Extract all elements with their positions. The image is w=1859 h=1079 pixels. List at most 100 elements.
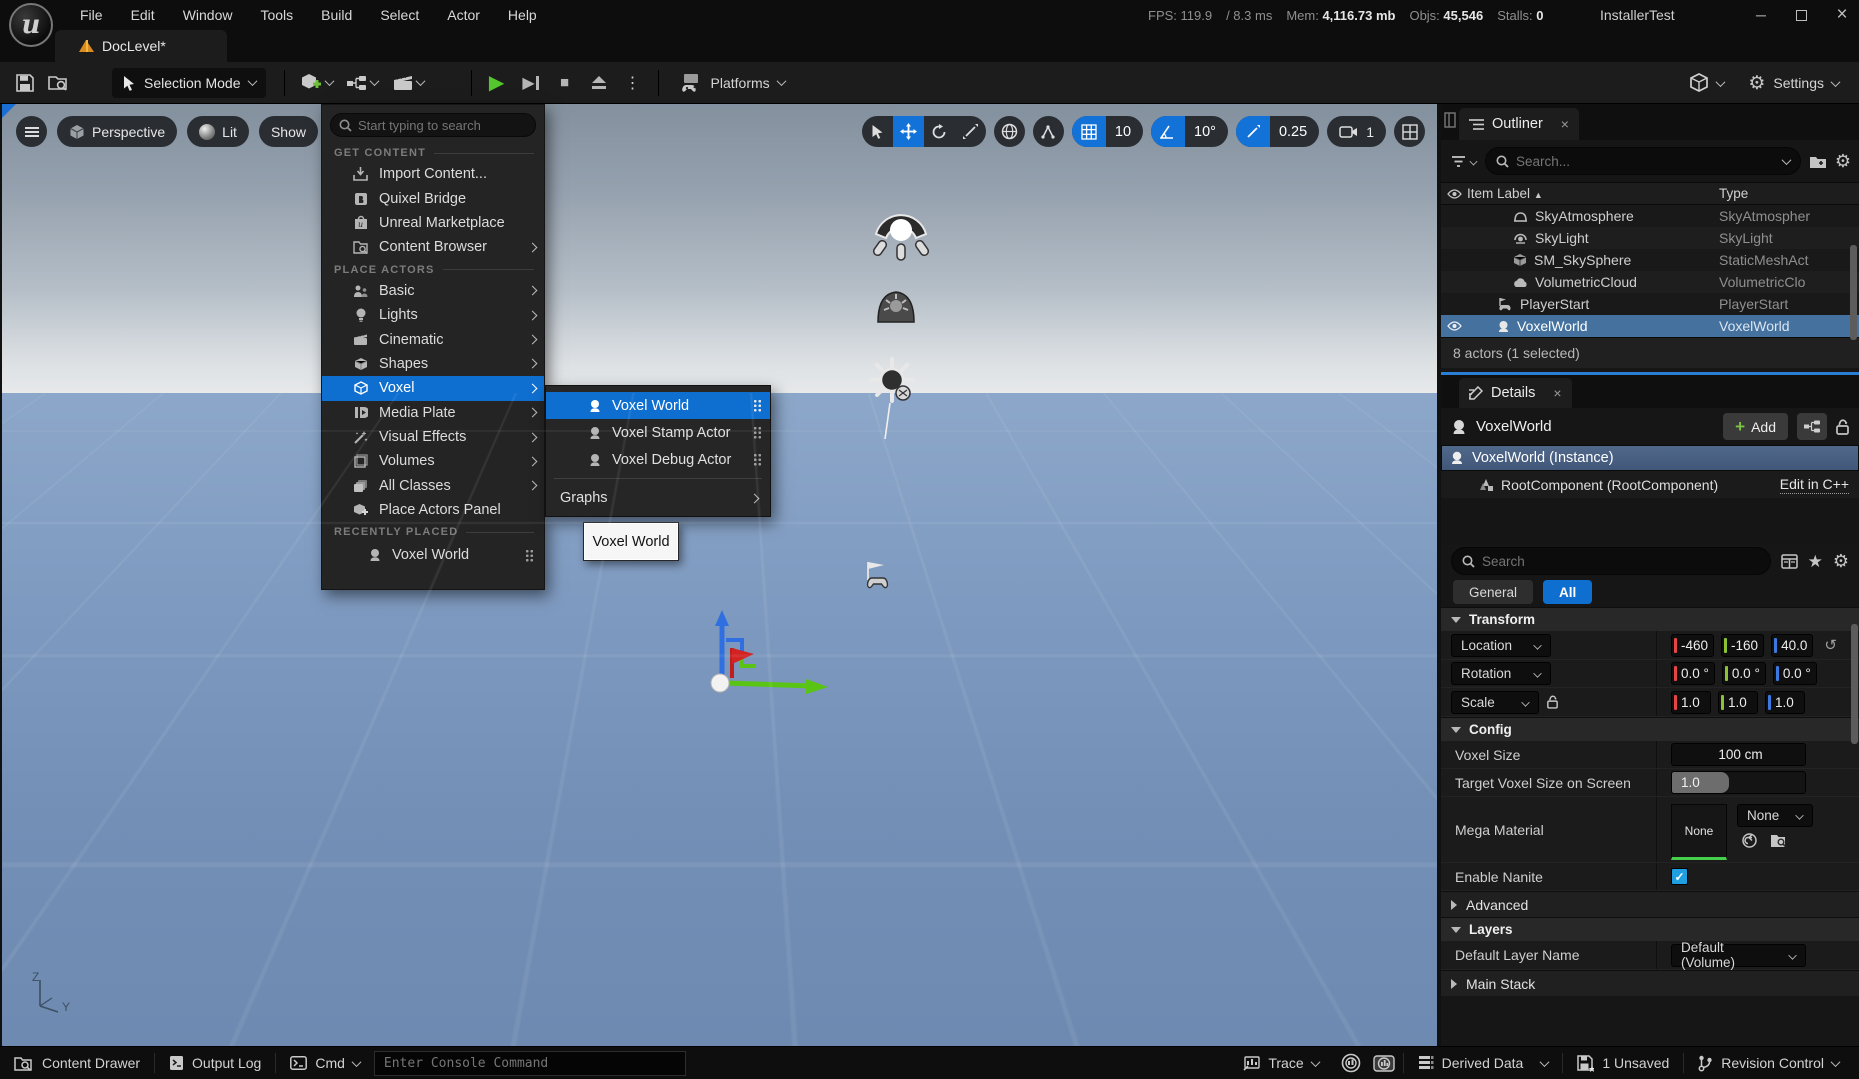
menu-select[interactable]: Select (366, 0, 433, 30)
derived-data-dropdown[interactable]: Derived Data (1404, 1047, 1563, 1079)
submenu-item-graphs[interactable]: Graphs (546, 484, 770, 512)
maximize-icon[interactable] (1796, 10, 1807, 21)
browse-to-asset-icon[interactable] (1770, 833, 1788, 848)
sky-atmosphere-sprite-icon[interactable] (874, 282, 918, 326)
drag-handle-icon[interactable] (753, 399, 762, 412)
drag-handle-icon[interactable] (525, 549, 534, 562)
drag-handle-icon[interactable] (753, 453, 762, 466)
rotate-tool-icon[interactable] (924, 116, 955, 147)
skylight-sprite-icon[interactable] (868, 212, 934, 264)
save-button[interactable] (8, 68, 42, 98)
unreal-logo-icon[interactable]: u (9, 3, 53, 47)
revision-control-dropdown[interactable]: Revision Control (1684, 1047, 1853, 1079)
display-options-icon[interactable] (1781, 554, 1798, 569)
location-x-field[interactable]: -460 (1671, 634, 1714, 657)
level-tab[interactable]: DocLevel* (55, 30, 227, 62)
edit-in-cpp-link[interactable]: Edit in C++ (1780, 476, 1849, 494)
perspective-dropdown[interactable]: Perspective (57, 116, 177, 147)
favorites-star-icon[interactable]: ★ (1808, 553, 1823, 570)
scale-z-field[interactable]: 1.0 (1765, 691, 1805, 714)
scale-space-dropdown[interactable]: Scale (1451, 691, 1539, 714)
menu-item-unreal-marketplace[interactable]: u Unreal Marketplace (322, 211, 544, 235)
scale-y-field[interactable]: 1.0 (1718, 691, 1758, 714)
menu-item-all-classes[interactable]: All Classes (322, 474, 544, 498)
menu-item-lights[interactable]: Lights (322, 303, 544, 327)
profiler-icon[interactable] (1373, 1054, 1395, 1072)
grid-snap-control[interactable]: 10 (1072, 116, 1143, 147)
content-drawer-button[interactable]: Content Drawer (0, 1047, 154, 1079)
location-space-dropdown[interactable]: Location (1451, 634, 1551, 657)
viewport-options-menu-icon[interactable] (16, 116, 47, 147)
menu-build[interactable]: Build (307, 0, 366, 30)
select-tool-icon[interactable] (862, 116, 893, 147)
project-badge-dropdown[interactable] (1678, 72, 1734, 94)
insights-icon[interactable] (1341, 1053, 1361, 1073)
menu-item-voxel[interactable]: Voxel (322, 376, 544, 400)
outliner-row-playerstart[interactable]: PlayerStart PlayerStart (1441, 293, 1859, 315)
translate-gizmo[interactable] (692, 602, 842, 712)
add-actor-button[interactable] (293, 68, 339, 98)
filter-general-button[interactable]: General (1453, 580, 1533, 604)
lit-mode-dropdown[interactable]: Lit (187, 116, 249, 147)
tab-outliner[interactable]: Outliner × (1459, 108, 1579, 140)
tab-details[interactable]: Details × (1459, 378, 1572, 408)
menu-window[interactable]: Window (169, 0, 247, 30)
menu-tools[interactable]: Tools (246, 0, 307, 30)
place-menu-search[interactable] (330, 113, 536, 137)
rotation-snap-control[interactable]: 10° (1151, 116, 1228, 147)
platforms-dropdown[interactable]: Platforms (667, 73, 797, 93)
scale-snap-control[interactable]: 0.25 (1236, 116, 1319, 147)
search-options-chevron-icon[interactable] (1781, 155, 1791, 165)
sidebar-expand-icon[interactable] (1444, 112, 1456, 128)
level-viewport[interactable]: Z Y Perspective Lit Show (2, 104, 1437, 1046)
menu-item-visual-effects[interactable]: Visual Effects (322, 425, 544, 449)
cinematics-button[interactable] (385, 68, 431, 98)
player-start-sprite-icon[interactable] (860, 560, 896, 592)
enable-nanite-checkbox[interactable]: ✓ (1671, 868, 1688, 885)
menu-item-basic[interactable]: Basic (322, 279, 544, 303)
details-scrollbar[interactable] (1851, 624, 1858, 744)
outliner-row-skyatmosphere[interactable]: SkyAtmosphere SkyAtmospher (1441, 205, 1859, 227)
frame-skip-button[interactable]: ▶ (514, 68, 548, 98)
world-local-space-icon[interactable] (994, 116, 1025, 147)
eject-button[interactable] (582, 68, 616, 98)
submenu-item-voxel-stamp-actor[interactable]: Voxel Stamp Actor (546, 419, 770, 446)
menu-item-quixel-bridge[interactable]: Quixel Bridge (322, 186, 544, 210)
surface-snapping-icon[interactable] (1033, 116, 1064, 147)
use-selected-asset-icon[interactable] (1741, 833, 1758, 848)
category-main-stack[interactable]: Main Stack (1441, 970, 1859, 996)
outliner-search-input[interactable] (1516, 154, 1776, 169)
default-layer-dropdown[interactable]: Default (Volume) (1671, 944, 1806, 967)
scale-lock-icon[interactable] (1547, 695, 1558, 709)
rotation-x-field[interactable]: 0.0 ° (1671, 662, 1715, 685)
filter-all-button[interactable]: All (1543, 580, 1592, 604)
menu-item-recent-voxel-world[interactable]: Voxel World (322, 541, 544, 569)
scale-x-field[interactable]: 1.0 (1671, 691, 1711, 714)
trace-dropdown[interactable]: Trace (1229, 1047, 1332, 1079)
convert-to-blueprint-button[interactable] (1797, 413, 1827, 440)
outliner-row-sm-skysphere[interactable]: SM_SkySphere StaticMeshAct (1441, 249, 1859, 271)
cmd-dropdown[interactable]: Cmd (276, 1047, 374, 1079)
menu-item-place-actors-panel[interactable]: Place Actors Panel (322, 498, 544, 522)
settings-dropdown[interactable]: ⚙ Settings (1738, 74, 1849, 93)
place-menu-search-input[interactable] (358, 118, 508, 133)
menu-file[interactable]: File (66, 0, 117, 30)
rotation-z-field[interactable]: 0.0 ° (1773, 662, 1817, 685)
mega-material-thumbnail[interactable]: None (1671, 804, 1727, 860)
rotation-space-dropdown[interactable]: Rotation (1451, 662, 1551, 685)
category-config[interactable]: Config (1441, 717, 1859, 741)
rotation-y-field[interactable]: 0.0 ° (1722, 662, 1766, 685)
menu-item-volumes[interactable]: Volumes (322, 449, 544, 473)
output-log-button[interactable]: Output Log (155, 1047, 275, 1079)
show-dropdown[interactable]: Show (259, 116, 318, 147)
component-root-item[interactable]: VoxelWorld (Instance) (1441, 445, 1859, 471)
outliner-row-voxelworld[interactable]: VoxelWorld VoxelWorld (1441, 315, 1859, 337)
viewport-layout-icon[interactable] (1394, 116, 1425, 147)
close-tab-icon[interactable]: × (1553, 385, 1561, 401)
menu-item-shapes[interactable]: Shapes (322, 352, 544, 376)
category-advanced[interactable]: Advanced (1441, 891, 1859, 917)
directional-light-sprite-icon[interactable] (869, 357, 915, 439)
category-transform[interactable]: Transform (1441, 607, 1859, 631)
unlocked-icon[interactable] (1836, 419, 1849, 435)
outliner-scrollbar[interactable] (1850, 245, 1857, 340)
